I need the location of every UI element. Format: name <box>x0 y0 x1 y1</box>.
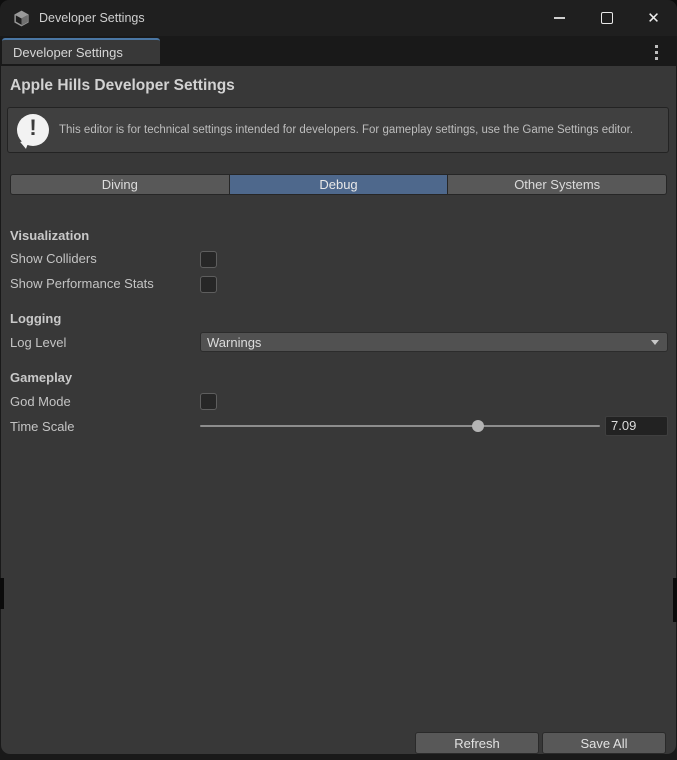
log-level-dropdown[interactable]: Warnings <box>200 332 668 352</box>
toolbar-tab-other-systems[interactable]: Other Systems <box>448 174 667 195</box>
unity-app-icon <box>13 10 30 27</box>
show-performance-stats-checkbox[interactable] <box>200 276 217 293</box>
chevron-down-icon <box>651 340 659 345</box>
kebab-icon <box>655 45 658 48</box>
section-title-visualization: Visualization <box>10 228 89 243</box>
show-colliders-checkbox[interactable] <box>200 251 217 268</box>
time-scale-slider-thumb[interactable] <box>472 420 484 432</box>
toolbar-tab-diving[interactable]: Diving <box>10 174 230 195</box>
minimize-icon <box>554 17 565 19</box>
toolbar-tab-debug[interactable]: Debug <box>230 174 449 195</box>
desktop: Developer Settings ✕ Developer Settings … <box>0 0 677 760</box>
god-mode-label: God Mode <box>10 394 71 409</box>
window-title: Developer Settings <box>39 11 145 25</box>
window-controls: ✕ <box>536 0 677 36</box>
show-performance-stats-label: Show Performance Stats <box>10 276 154 291</box>
maximize-icon <box>601 12 613 24</box>
refresh-button[interactable]: Refresh <box>415 732 539 754</box>
time-scale-label: Time Scale <box>10 419 75 434</box>
section-title-gameplay: Gameplay <box>10 370 72 385</box>
save-all-button[interactable]: Save All <box>542 732 666 754</box>
section-title-logging: Logging <box>10 311 61 326</box>
help-box-text: This editor is for technical settings in… <box>59 122 647 139</box>
info-speech-bubble-icon: ! <box>17 114 49 146</box>
time-scale-slider-track[interactable] <box>200 425 600 427</box>
log-level-value: Warnings <box>201 335 651 350</box>
settings-panel <box>1 66 676 754</box>
tab-menu-button[interactable] <box>650 45 662 60</box>
info-help-box: ! This editor is for technical settings … <box>7 107 669 153</box>
title-bar: Developer Settings ✕ <box>0 0 677 36</box>
page-title: Apple Hills Developer Settings <box>10 77 235 95</box>
maximize-button[interactable] <box>583 0 630 36</box>
close-button[interactable]: ✕ <box>630 0 677 36</box>
minimize-button[interactable] <box>536 0 583 36</box>
developer-settings-window: Developer Settings ✕ Developer Settings … <box>0 0 677 760</box>
god-mode-checkbox[interactable] <box>200 393 217 410</box>
category-toolbar: Diving Debug Other Systems <box>10 174 667 195</box>
time-scale-value-field[interactable]: 7.09 <box>605 416 668 436</box>
right-edge-notch <box>673 578 677 622</box>
editor-tab-bar: Developer Settings <box>0 36 677 66</box>
tab-label: Developer Settings <box>13 45 123 60</box>
show-colliders-label: Show Colliders <box>10 251 97 266</box>
tab-developer-settings[interactable]: Developer Settings <box>2 38 160 64</box>
log-level-label: Log Level <box>10 335 66 350</box>
left-edge-notch <box>0 578 4 609</box>
close-icon: ✕ <box>647 11 660 26</box>
